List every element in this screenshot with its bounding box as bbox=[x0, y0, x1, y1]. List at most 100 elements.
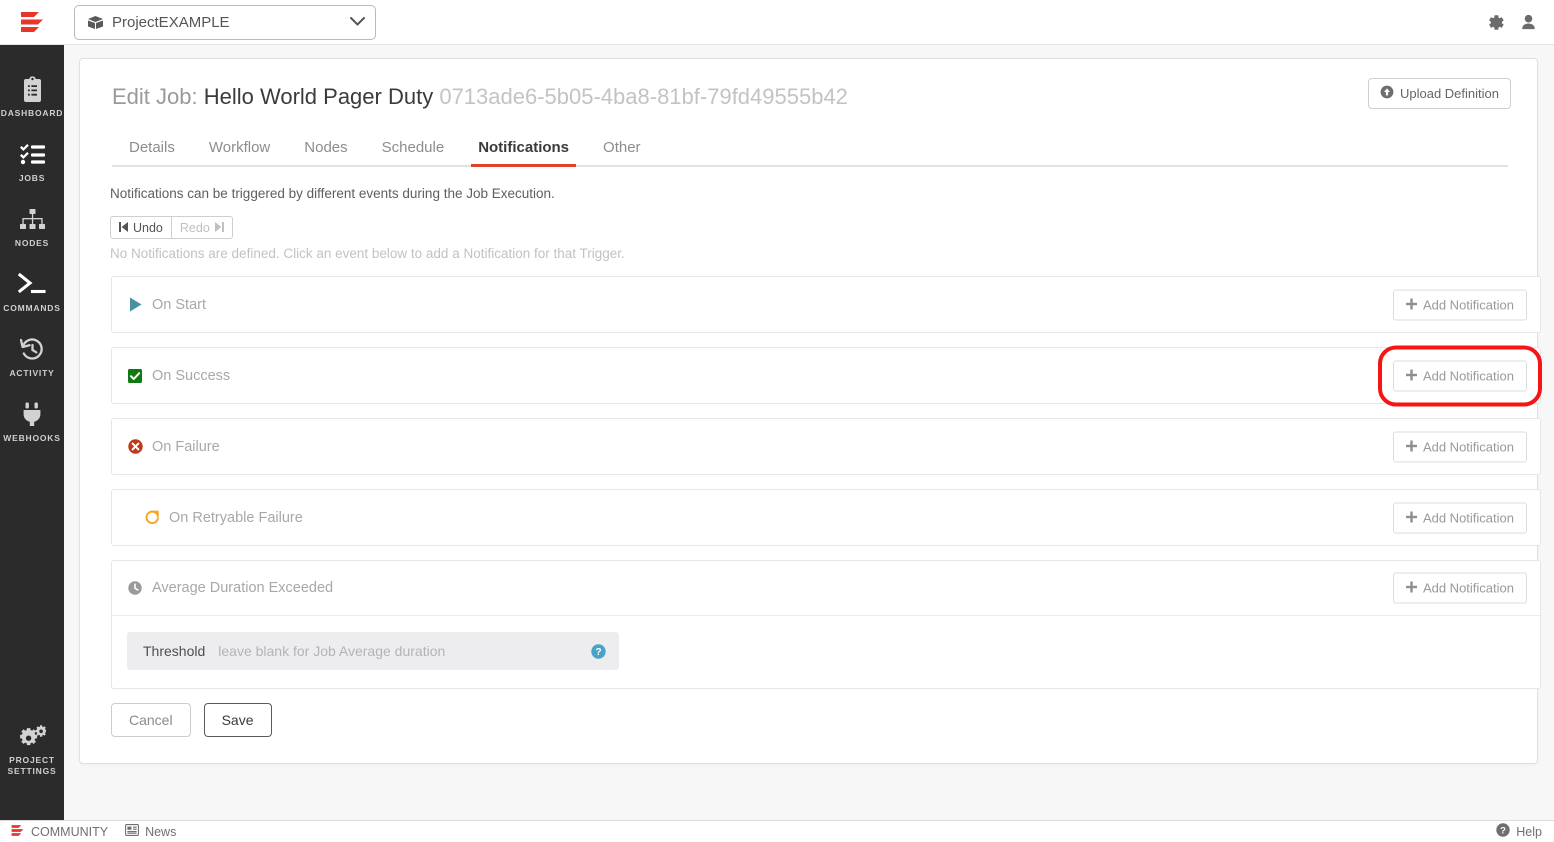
sidebar-item-label: NODES bbox=[14, 238, 50, 248]
add-notification-label: Add Notification bbox=[1422, 580, 1514, 596]
plug-icon bbox=[21, 399, 43, 429]
notification-row-on-success[interactable]: On Success Add Notification bbox=[111, 345, 1543, 406]
gears-icon bbox=[18, 721, 46, 751]
sidebar-item-commands[interactable]: COMMANDS bbox=[0, 258, 64, 323]
average-duration-body: Threshold ? bbox=[112, 616, 1540, 688]
page-title-job-name: Hello World Pager Duty bbox=[203, 84, 434, 109]
clock-icon bbox=[127, 581, 143, 595]
notification-row-label-group: On Retryable Failure bbox=[127, 509, 303, 526]
page-title-prefix: Edit Job: bbox=[112, 84, 198, 109]
sitemap-icon bbox=[19, 204, 46, 234]
undo-button[interactable]: Undo bbox=[110, 216, 172, 239]
sidebar-item-label: ACTIVITY bbox=[9, 368, 55, 378]
sidebar-item-nodes[interactable]: NODES bbox=[0, 193, 64, 258]
times-circle-icon bbox=[127, 439, 143, 454]
step-backward-icon bbox=[119, 221, 128, 235]
notification-row-label-group: Average Duration Exceeded bbox=[127, 580, 333, 596]
question-circle-icon: ? bbox=[1496, 823, 1510, 840]
sidebar-nav-bottom: PROJECT SETTINGS bbox=[0, 710, 64, 820]
user-icon[interactable] bbox=[1519, 13, 1538, 32]
step-forward-icon bbox=[214, 221, 224, 235]
redo-button[interactable]: Redo bbox=[171, 216, 233, 239]
sidebar-item-label: PROJECT SETTINGS bbox=[7, 755, 57, 776]
notification-row-on-start[interactable]: On Start Add Notification bbox=[111, 276, 1541, 333]
check-square-icon bbox=[127, 368, 143, 383]
gear-icon[interactable] bbox=[1486, 13, 1505, 32]
redo-arrow-icon bbox=[144, 509, 160, 526]
project-selector[interactable]: ProjectEXAMPLE bbox=[74, 4, 376, 40]
help-link[interactable]: ? Help bbox=[1496, 823, 1542, 840]
save-button[interactable]: Save bbox=[203, 703, 272, 737]
clipboard-icon bbox=[20, 74, 45, 104]
notification-row-label: On Retryable Failure bbox=[169, 509, 303, 526]
notification-row-label-group: On Start bbox=[127, 297, 206, 313]
notification-row-label: On Success bbox=[152, 367, 231, 384]
upload-definition-button[interactable]: Upload Definition bbox=[1367, 78, 1511, 109]
sidebar-item-dashboard[interactable]: DASHBOARD bbox=[0, 63, 64, 128]
main-content: Edit Job: Hello World Pager Duty 0713ade… bbox=[64, 45, 1554, 820]
play-triangle-icon bbox=[127, 297, 143, 312]
tab-details[interactable]: Details bbox=[112, 133, 192, 165]
rundeck-logo-icon bbox=[10, 823, 25, 841]
add-notification-button[interactable]: Add Notification bbox=[1392, 502, 1527, 533]
threshold-input[interactable] bbox=[218, 632, 585, 670]
terminal-icon bbox=[18, 269, 46, 299]
upload-definition-label: Upload Definition bbox=[1399, 86, 1499, 101]
notification-row-header: On Retryable Failure Add Notification bbox=[112, 490, 1540, 545]
form-actions: Cancel Save bbox=[111, 703, 1537, 737]
sidebar-item-activity[interactable]: ACTIVITY bbox=[0, 323, 64, 388]
notification-row-header: Average Duration Exceeded Add Notificati… bbox=[112, 561, 1540, 616]
chevron-down-icon bbox=[350, 13, 365, 31]
edit-job-card: Edit Job: Hello World Pager Duty 0713ade… bbox=[79, 58, 1543, 764]
package-icon bbox=[87, 15, 104, 30]
tab-workflow[interactable]: Workflow bbox=[192, 133, 287, 165]
cancel-button[interactable]: Cancel bbox=[111, 703, 191, 737]
notification-row-on-retryable-failure[interactable]: On Retryable Failure Add Notification bbox=[111, 489, 1541, 546]
sidebar-item-project-settings[interactable]: PROJECT SETTINGS bbox=[0, 710, 64, 786]
tab-schedule[interactable]: Schedule bbox=[365, 133, 462, 165]
svg-text:?: ? bbox=[595, 647, 601, 658]
notification-row-label: Average Duration Exceeded bbox=[152, 580, 334, 596]
checklist-icon bbox=[19, 139, 46, 169]
notification-row-label-group: On Failure bbox=[127, 439, 220, 455]
news-link[interactable]: News bbox=[125, 824, 176, 839]
notification-row-on-failure[interactable]: On Failure Add Notification bbox=[111, 418, 1541, 475]
threshold-input-group: Threshold ? bbox=[127, 632, 619, 670]
card-header: Edit Job: Hello World Pager Duty 0713ade… bbox=[80, 59, 1537, 111]
notification-rows: On Start Add Notification On Success Add… bbox=[111, 276, 1543, 689]
tab-nodes[interactable]: Nodes bbox=[287, 133, 364, 165]
sidebar-item-jobs[interactable]: JOBS bbox=[0, 128, 64, 193]
notification-row-header: On Failure Add Notification bbox=[112, 419, 1540, 474]
rundeck-logo-icon[interactable] bbox=[0, 0, 64, 45]
add-notification-button[interactable]: Add Notification bbox=[1392, 431, 1527, 462]
question-circle-icon[interactable]: ? bbox=[585, 632, 619, 670]
plus-icon bbox=[1405, 439, 1417, 454]
notification-row-average-duration-exceeded[interactable]: Average Duration Exceeded Add Notificati… bbox=[111, 560, 1541, 689]
help-label: Help bbox=[1516, 824, 1542, 839]
add-notification-button[interactable]: Add Notification bbox=[1392, 572, 1527, 604]
topbar-actions bbox=[1486, 0, 1538, 45]
upload-circle-icon bbox=[1380, 85, 1394, 102]
tab-other[interactable]: Other bbox=[586, 133, 658, 165]
notifications-description: Notifications can be triggered by differ… bbox=[110, 186, 555, 201]
undo-redo-group: Undo Redo bbox=[110, 216, 1537, 239]
notification-row-header: On Start Add Notification bbox=[112, 277, 1540, 332]
plus-icon bbox=[1405, 368, 1417, 383]
threshold-label: Threshold bbox=[143, 643, 206, 659]
history-clock-icon bbox=[19, 334, 45, 364]
notification-row-header: On Success Add Notification bbox=[112, 345, 1543, 406]
no-notifications-message: No Notifications are defined. Click an e… bbox=[110, 246, 625, 261]
tab-notifications[interactable]: Notifications bbox=[461, 133, 586, 167]
community-label: COMMUNITY bbox=[31, 824, 109, 839]
project-selector-value: ProjectEXAMPLE bbox=[112, 13, 230, 31]
sidebar-item-label: COMMANDS bbox=[3, 303, 61, 313]
bottom-bar: COMMUNITY News ? Help bbox=[0, 820, 1554, 842]
add-notification-button[interactable]: Add Notification bbox=[1377, 345, 1543, 406]
sidebar-item-webhooks[interactable]: WEBHOOKS bbox=[0, 388, 64, 453]
add-notification-button[interactable]: Add Notification bbox=[1392, 289, 1527, 320]
bottom-bar-left: COMMUNITY News bbox=[10, 823, 176, 841]
community-link[interactable]: COMMUNITY bbox=[10, 823, 108, 841]
page-title: Edit Job: Hello World Pager Duty 0713ade… bbox=[112, 83, 1511, 111]
newspaper-icon bbox=[125, 824, 140, 839]
sidebar-item-label: DASHBOARD bbox=[0, 108, 64, 118]
